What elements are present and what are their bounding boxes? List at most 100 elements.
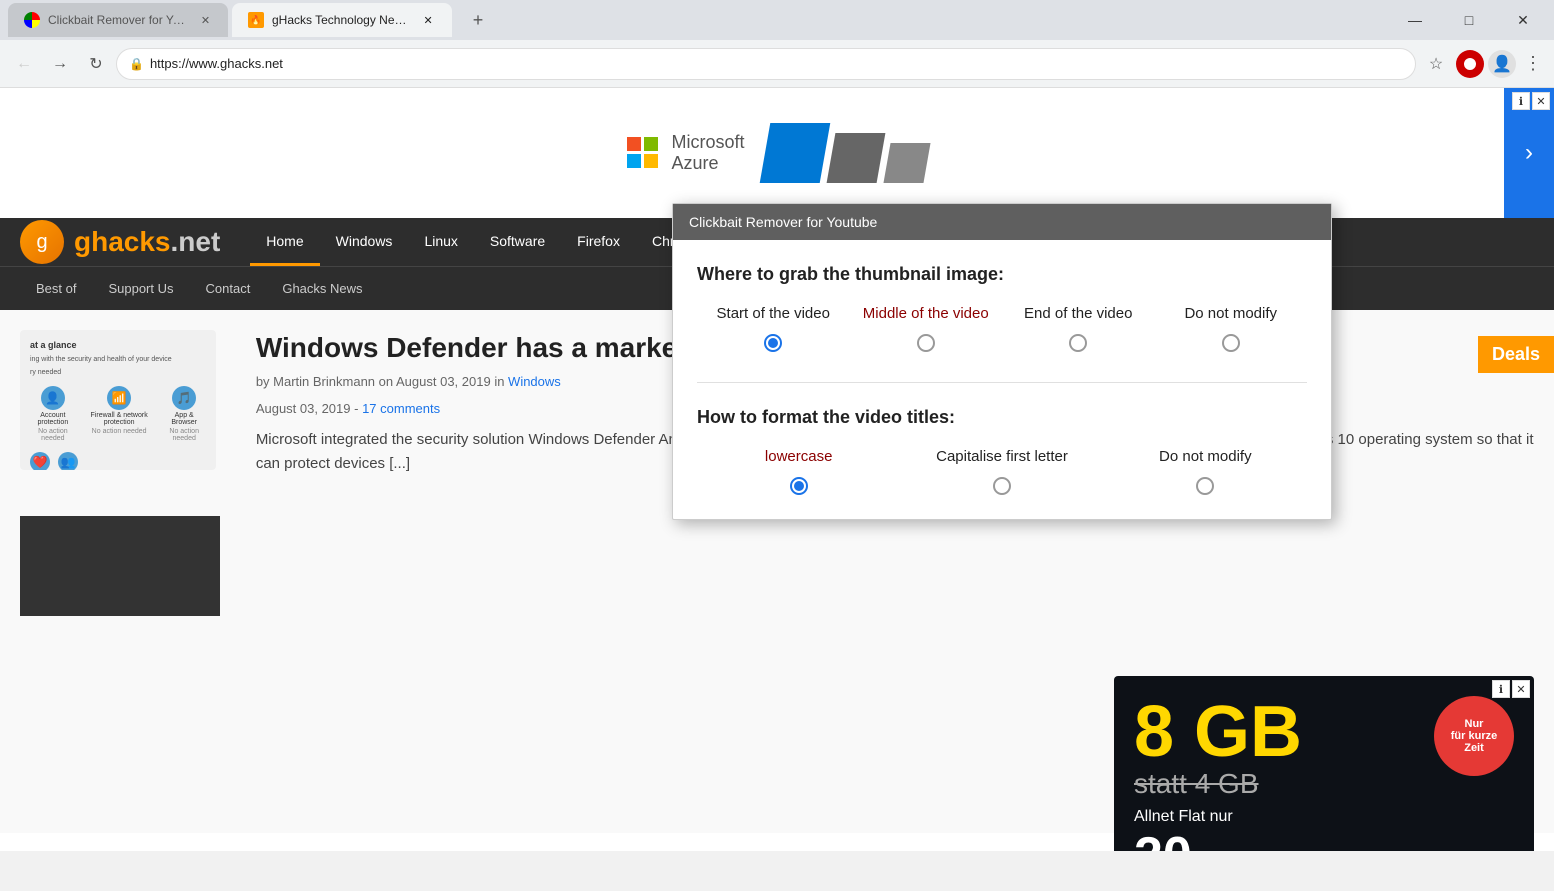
format-no-modify-radio[interactable] — [1196, 477, 1214, 495]
tab-cbr-label: Clickbait Remover for Youtube - — [48, 13, 187, 27]
thumb-icon-5: 👥 — [58, 452, 78, 470]
format-capitalise-radio[interactable] — [993, 477, 1011, 495]
ad-close-button[interactable]: ✕ — [1532, 92, 1550, 110]
format-option-capitalise: Capitalise first letter — [900, 448, 1103, 495]
format-capitalise-label: Capitalise first letter — [936, 448, 1068, 465]
extension-button[interactable] — [1456, 50, 1484, 78]
format-lowercase-label: lowercase — [765, 448, 833, 465]
tab-ghacks-close[interactable]: ✕ — [420, 12, 436, 28]
forward-button[interactable]: → — [44, 48, 76, 80]
url-bar[interactable]: 🔒 https://www.ghacks.net — [116, 48, 1416, 80]
site-logo: g ghacks.net — [20, 220, 220, 264]
article-comments[interactable]: 17 comments — [362, 401, 440, 416]
network-status: No action needed — [92, 428, 147, 435]
url-text: https://www.ghacks.net — [150, 56, 1403, 71]
family-icon: ❤️ — [30, 452, 50, 470]
ms-cell-yellow — [644, 154, 658, 168]
thumbnail-no-modify-label: Do not modify — [1184, 305, 1277, 322]
page-content: MicrosoftAzure › ℹ ✕ — [0, 88, 1554, 851]
group-icon: 👥 — [58, 452, 78, 470]
ad-banner: MicrosoftAzure › ℹ ✕ — [0, 88, 1554, 218]
format-option-lowercase: lowercase — [697, 448, 900, 495]
popup-title: Clickbait Remover for Youtube — [689, 214, 877, 230]
deals-label: Deals — [1492, 344, 1540, 364]
deals-button[interactable]: Deals — [1478, 336, 1554, 373]
sub-nav-contact[interactable]: Contact — [190, 267, 267, 311]
account-label: Account protection — [30, 412, 76, 426]
popup-header: Clickbait Remover for Youtube — [673, 204, 1331, 240]
tab-ghacks-label: gHacks Technology News — [272, 13, 408, 27]
thumbnail-middle-radio[interactable] — [917, 334, 935, 352]
maximize-button[interactable]: □ — [1446, 5, 1492, 35]
thumbnail-end-label: End of the video — [1024, 305, 1132, 322]
format-lowercase-radio[interactable] — [790, 477, 808, 495]
thumb-icon-2: 📶 Firewall & network protection No actio… — [84, 386, 155, 442]
right-arrow-icon: › — [1525, 139, 1533, 167]
ms-logo-grid — [627, 137, 659, 169]
article-ad-info[interactable]: ℹ — [1492, 680, 1510, 698]
tab-ghacks[interactable]: 🔥 gHacks Technology News ✕ — [232, 3, 452, 37]
window-controls: — □ ✕ — [1392, 5, 1546, 35]
thumbnail-end-radio[interactable] — [1069, 334, 1087, 352]
format-no-modify-label: Do not modify — [1159, 448, 1252, 465]
minimize-button[interactable]: — — [1392, 5, 1438, 35]
cube-1 — [759, 123, 830, 183]
ad-badge-line2: für kurze — [1451, 730, 1497, 742]
site-domain: .net — [171, 226, 221, 257]
tab-cbr[interactable]: Clickbait Remover for Youtube - ✕ — [8, 3, 228, 37]
logo-letter: g — [36, 231, 47, 254]
ms-azure-logo: MicrosoftAzure — [627, 132, 744, 174]
new-tab-button[interactable]: + — [464, 6, 492, 34]
article-thumbnail: at a glance ing with the security and he… — [20, 330, 216, 470]
nav-link-software[interactable]: Software — [474, 218, 561, 266]
thumb-title: at a glance — [30, 340, 206, 350]
nav-link-windows[interactable]: Windows — [320, 218, 409, 266]
popup-divider — [697, 382, 1307, 383]
menu-button[interactable]: ⋮ — [1520, 53, 1546, 74]
account-icon: 👤 — [41, 386, 65, 410]
browser-frame: Clickbait Remover for Youtube - ✕ 🔥 gHac… — [0, 0, 1554, 891]
lock-icon: 🔒 — [129, 57, 144, 71]
refresh-button[interactable]: ↻ — [80, 48, 112, 80]
nav-links: Home Windows Linux Software Firefox Chro… — [250, 218, 717, 266]
thumbnail-options: Start of the video Middle of the video E… — [697, 305, 1307, 352]
tab-cbr-favicon — [24, 12, 40, 28]
close-button[interactable]: ✕ — [1500, 5, 1546, 35]
sub-nav-best-of[interactable]: Best of — [20, 267, 92, 311]
ms-cell-green — [644, 137, 658, 151]
thumbnail-option-end: End of the video — [1002, 305, 1155, 352]
ad-badge: Nur für kurze Zeit — [1434, 696, 1514, 776]
app-icon: 🎵 — [172, 386, 196, 410]
thumb-subtitle2: ry needed — [30, 369, 206, 376]
back-button[interactable]: ← — [8, 48, 40, 80]
bookmark-button[interactable]: ☆ — [1420, 48, 1452, 80]
app-label: App & Browser — [163, 412, 206, 426]
sub-nav-ghacks-news[interactable]: Ghacks News — [266, 267, 378, 311]
article-date2: August 03, 2019 — [256, 401, 351, 416]
nav-link-home[interactable]: Home — [250, 218, 319, 266]
cube-2 — [826, 133, 885, 183]
azure-cubes — [765, 123, 927, 183]
article-category[interactable]: Windows — [508, 374, 561, 389]
thumb-subtitle: ing with the security and health of your… — [30, 356, 206, 363]
network-label: Firewall & network protection — [84, 412, 155, 426]
nav-link-firefox[interactable]: Firefox — [561, 218, 636, 266]
article-ad-close[interactable]: ✕ — [1512, 680, 1530, 698]
article-author: Martin Brinkmann — [273, 374, 375, 389]
extension-popup: Clickbait Remover for Youtube Where to g… — [672, 203, 1332, 520]
article2-thumbnail — [20, 516, 220, 616]
thumb-icon-4: ❤️ — [30, 452, 50, 470]
nav-link-linux[interactable]: Linux — [408, 218, 473, 266]
profile-button[interactable]: 👤 — [1488, 50, 1516, 78]
thumbnail-middle-label: Middle of the video — [863, 305, 989, 322]
thumbnail-start-radio[interactable] — [764, 334, 782, 352]
ad-allnet-text: Allnet Flat nur — [1134, 808, 1514, 826]
ad-price: 20 — [1134, 826, 1192, 851]
sub-nav-support[interactable]: Support Us — [92, 267, 189, 311]
article-ad-section: ℹ ✕ 8 GB statt 4 GB Allnet Flat nur 20 0… — [1114, 676, 1534, 851]
account-status: No action needed — [30, 428, 76, 442]
address-actions: ☆ 👤 ⋮ — [1420, 48, 1546, 80]
tab-cbr-close[interactable]: ✕ — [199, 12, 212, 28]
ad-info-button[interactable]: ℹ — [1512, 92, 1530, 110]
thumbnail-no-modify-radio[interactable] — [1222, 334, 1240, 352]
